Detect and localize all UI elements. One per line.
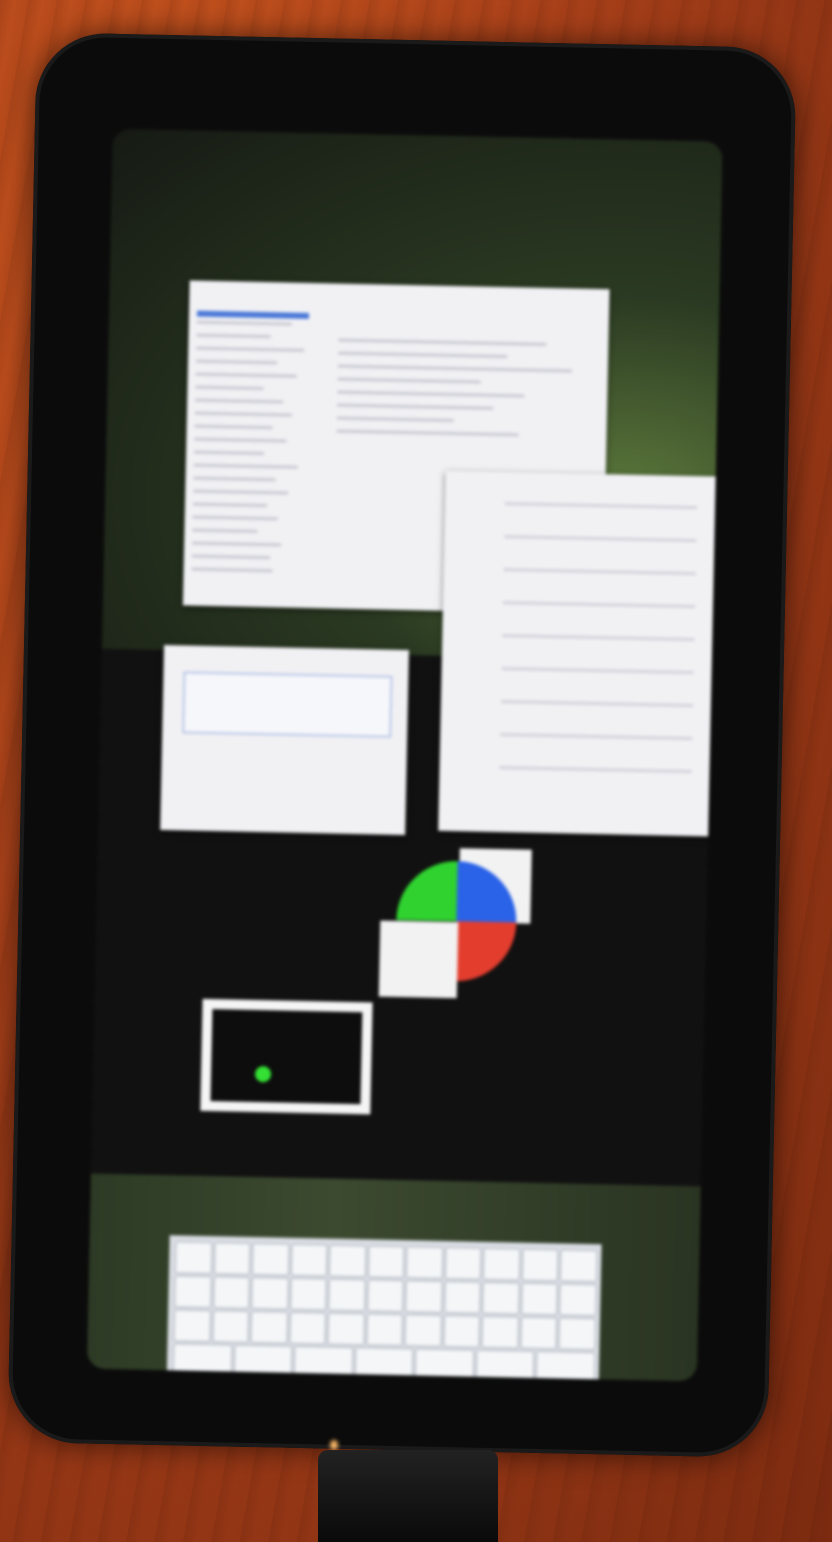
keyboard-key[interactable] (443, 1281, 482, 1314)
list-item[interactable] (194, 450, 265, 456)
keyboard-key[interactable] (366, 1313, 404, 1347)
keyboard-key[interactable] (289, 1277, 327, 1311)
indicator-box (200, 998, 373, 1115)
keyboard-key[interactable] (444, 1247, 482, 1280)
on-screen-keyboard[interactable] (166, 1235, 602, 1382)
detail-line (336, 429, 519, 437)
keyboard-key[interactable] (482, 1281, 520, 1315)
list-item[interactable] (196, 320, 292, 326)
green-dot-icon (254, 1065, 272, 1083)
list-item[interactable] (193, 489, 288, 495)
keyboard-key[interactable] (290, 1243, 328, 1277)
list-item[interactable] (192, 528, 258, 533)
keyboard-key[interactable] (329, 1244, 367, 1278)
photo-scene (0, 0, 832, 1542)
keyboard-key[interactable] (521, 1282, 559, 1316)
keyboard-key[interactable] (174, 1275, 212, 1309)
usb-cable (318, 1450, 498, 1542)
detail-line (337, 390, 525, 398)
keyboard-key[interactable] (405, 1280, 443, 1313)
keyboard-key[interactable] (251, 1242, 290, 1276)
keyboard-key[interactable] (251, 1276, 289, 1310)
pie-slice-red (455, 921, 517, 982)
keyboard-key[interactable] (173, 1309, 211, 1343)
cable-reflection (330, 1440, 338, 1450)
keyboard-key[interactable] (481, 1315, 519, 1349)
keyboard-key[interactable] (212, 1276, 250, 1309)
keyboard-key[interactable] (414, 1348, 475, 1382)
detail-line (338, 338, 547, 346)
keyboard-key[interactable] (211, 1310, 250, 1343)
keyboard-key[interactable] (213, 1242, 251, 1275)
list-item[interactable] (192, 515, 278, 521)
list-item[interactable] (193, 476, 276, 482)
selected-list-item-highlight (196, 310, 310, 319)
keyboard-key[interactable] (483, 1247, 521, 1281)
list-item[interactable] (195, 359, 278, 365)
overlay-row[interactable] (499, 766, 692, 774)
list-item[interactable] (191, 554, 271, 560)
list-item[interactable] (192, 502, 268, 508)
list-item[interactable] (191, 567, 273, 573)
keyboard-key[interactable] (250, 1310, 288, 1344)
keyboard-key[interactable] (367, 1245, 405, 1279)
keyboard-key[interactable] (354, 1347, 414, 1381)
keyboard-key[interactable] (366, 1279, 405, 1313)
detail-line (337, 364, 572, 373)
keyboard-key[interactable] (293, 1345, 354, 1380)
detail-line (338, 351, 508, 359)
keyboard-key[interactable] (327, 1312, 365, 1346)
list-item[interactable] (195, 398, 283, 404)
phone-device (7, 32, 797, 1458)
overlay-window[interactable] (438, 470, 718, 837)
keyboard-key[interactable] (289, 1311, 327, 1345)
keyboard-key[interactable] (404, 1314, 442, 1347)
list-item[interactable] (194, 411, 293, 417)
keyboard-key[interactable] (406, 1246, 444, 1279)
overlay-row[interactable] (500, 700, 693, 708)
list-item[interactable] (196, 346, 305, 352)
overlay-row[interactable] (502, 634, 695, 642)
keyboard-key[interactable] (443, 1315, 481, 1348)
list-item[interactable] (193, 463, 298, 469)
indicator-inner (210, 1009, 363, 1105)
keyboard-key[interactable] (475, 1349, 535, 1382)
keyboard-key[interactable] (172, 1343, 232, 1377)
keyboard-key[interactable] (560, 1249, 598, 1283)
keyboard-key[interactable] (558, 1317, 597, 1351)
list-item[interactable] (194, 437, 287, 443)
overlay-row[interactable] (501, 667, 694, 675)
overlay-row[interactable] (502, 601, 695, 609)
keyboard-key[interactable] (521, 1248, 559, 1282)
overlay-row[interactable] (504, 535, 697, 543)
white-square-bottom (378, 920, 459, 999)
keyboard-key[interactable] (174, 1241, 213, 1275)
overlay-row[interactable] (505, 502, 698, 510)
keyboard-key[interactable] (536, 1350, 596, 1382)
login-window[interactable] (160, 644, 409, 836)
sidebar-list[interactable] (191, 320, 332, 604)
detail-line (337, 403, 494, 410)
list-item[interactable] (192, 541, 282, 547)
keyboard-key[interactable] (520, 1316, 558, 1350)
pie-slice-green (396, 861, 458, 922)
keyboard-key[interactable] (328, 1278, 366, 1312)
detail-line (336, 416, 454, 423)
phone-screen (86, 128, 723, 1382)
keyboard-key[interactable] (233, 1344, 293, 1378)
detail-line (337, 377, 481, 384)
list-item[interactable] (194, 424, 273, 430)
keyboard-key[interactable] (559, 1283, 597, 1317)
overlay-row[interactable] (503, 568, 696, 576)
list-item[interactable] (195, 372, 297, 378)
list-item[interactable] (195, 385, 263, 391)
list-item[interactable] (196, 333, 271, 339)
pie-slice-blue (456, 861, 517, 923)
overlay-row[interactable] (500, 733, 693, 741)
user-input[interactable] (182, 671, 393, 738)
